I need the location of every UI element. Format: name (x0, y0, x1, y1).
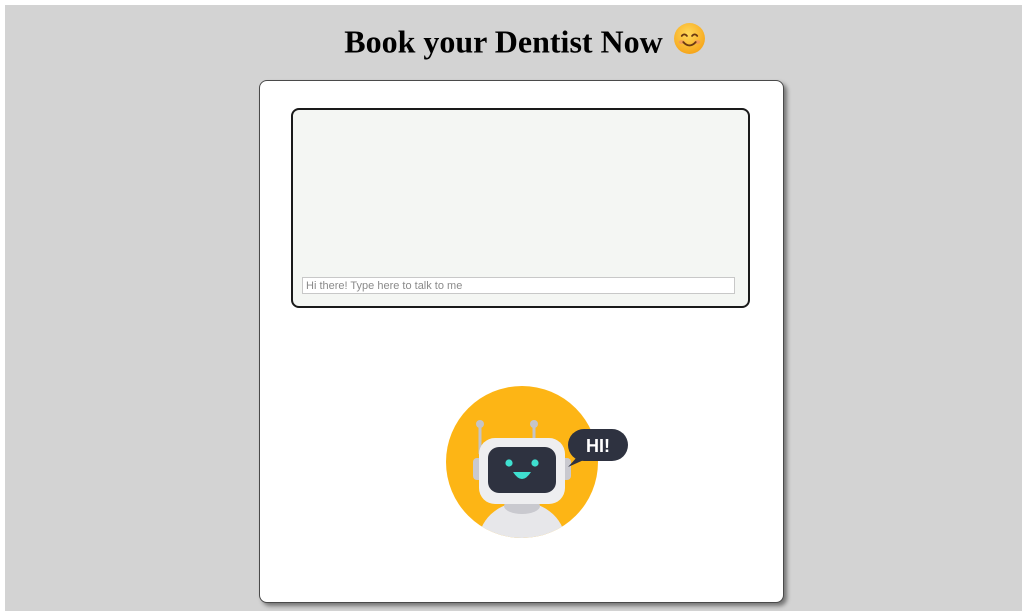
bot-eye-left (505, 459, 513, 467)
chat-card: HI! (259, 80, 784, 603)
chat-input[interactable] (302, 277, 735, 294)
robot-icon: HI! (446, 386, 628, 538)
smiling-face-icon (673, 23, 705, 55)
page-background: Book your Dentist Now Hi there! Type her… (5, 5, 1022, 611)
speech-bubble-text: HI! (586, 436, 610, 456)
page-title-text: Book your Dentist Now (344, 23, 663, 60)
chat-box (291, 108, 750, 308)
page-title: Book your Dentist Now (5, 19, 1022, 61)
bot-eye-right (531, 459, 539, 467)
chat-log (301, 116, 740, 276)
bot-screen (488, 447, 556, 493)
